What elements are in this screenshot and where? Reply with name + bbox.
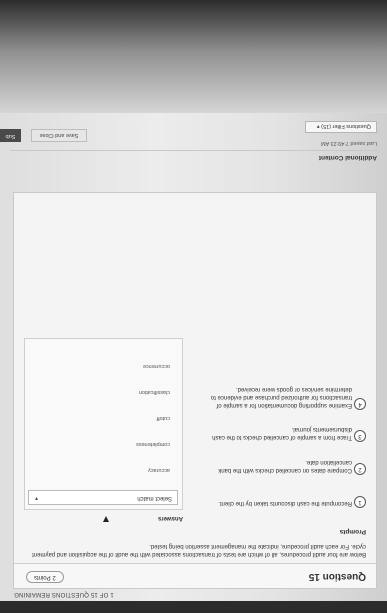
select-match-dropdown[interactable]: Select match ▼ xyxy=(28,490,178,505)
mouse-cursor-icon xyxy=(103,516,109,522)
questions-filter-label: Questions Filter (15) xyxy=(321,123,371,129)
quiz-screen: 1 OF 15 QUESTIONS REMAINING Question 15 … xyxy=(0,0,387,613)
chevron-down-icon: ▾ xyxy=(316,123,320,129)
photo-stage: 1 OF 15 QUESTIONS REMAINING Question 15 … xyxy=(0,0,387,613)
points-badge: 2 Points xyxy=(26,571,64,583)
screen-edge-shadow xyxy=(0,0,387,113)
last-saved-text: Last saved 7:49:23 AM xyxy=(321,140,377,146)
top-bar xyxy=(0,601,387,613)
answer-option[interactable]: cutoff xyxy=(157,415,170,421)
chevron-down-icon: ▼ xyxy=(34,495,39,501)
questions-filter-button[interactable]: Questions Filter (15) ▾ xyxy=(305,121,377,133)
prompt-text: Trace from a sample of cancelled checks … xyxy=(212,426,352,440)
answers-heading: Answers xyxy=(157,515,183,521)
question-header: Question 15 2 Points xyxy=(14,563,376,588)
submit-button[interactable]: Sub xyxy=(0,129,21,142)
prompt-text: Examine supporting documentation for a s… xyxy=(210,386,352,408)
question-instructions: Below are four audit procedures, all of … xyxy=(32,543,366,557)
select-match-label: Select match xyxy=(137,495,172,501)
additional-content-heading: Additional Content xyxy=(318,154,377,161)
question-title: Question 15 xyxy=(308,571,366,582)
prompt-number: 2 xyxy=(354,463,366,475)
answers-box: Select match ▼ accuracy completeness cut… xyxy=(24,338,183,510)
answer-option[interactable]: classification xyxy=(139,389,170,395)
prompt-text: Recompute the cash discounts taken by th… xyxy=(218,500,352,506)
answer-option[interactable]: accuracy xyxy=(148,467,170,473)
prompt-number: 1 xyxy=(354,496,366,508)
questions-remaining: 1 OF 15 QUESTIONS REMAINING xyxy=(14,591,114,597)
question-card: Question 15 2 Points Below are four audi… xyxy=(13,192,377,589)
footer-divider xyxy=(10,150,377,151)
save-and-close-button[interactable]: Save and Close xyxy=(31,129,87,142)
prompt-text: Compare dates on cancelled checks with t… xyxy=(218,459,352,473)
prompt-number: 3 xyxy=(354,430,366,442)
prompts-heading: Prompts xyxy=(339,528,366,535)
answer-option[interactable]: completeness xyxy=(136,441,170,447)
prompt-number: 4 xyxy=(354,398,366,410)
answer-option[interactable]: occurrence xyxy=(143,363,170,369)
